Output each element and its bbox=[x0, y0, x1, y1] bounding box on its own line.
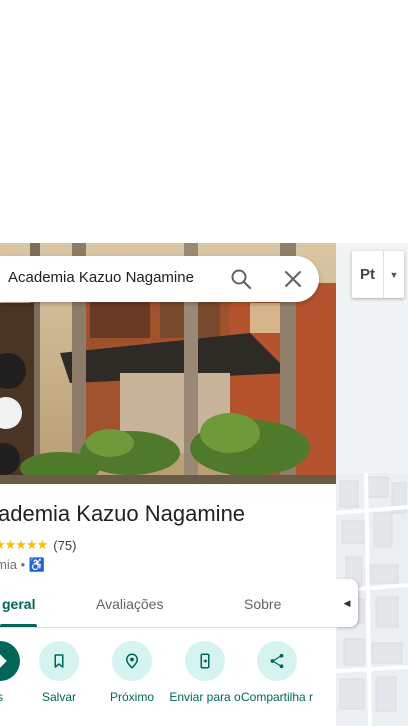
send-to-phone-label: Enviar para o bbox=[169, 690, 241, 704]
chevron-down-icon[interactable]: ▼ bbox=[384, 270, 404, 280]
send-to-phone-icon bbox=[185, 641, 225, 681]
search-icon[interactable] bbox=[229, 267, 253, 291]
search-input[interactable]: Academia Kazuo Nagamine bbox=[8, 269, 194, 286]
collapse-panel-button[interactable]: ◀ bbox=[336, 579, 358, 627]
separator-dot: • bbox=[20, 557, 26, 572]
tab-reviews[interactable]: Avaliações bbox=[96, 596, 163, 612]
tab-overview[interactable]: geral bbox=[2, 596, 35, 612]
send-to-phone-button[interactable]: Enviar para o bbox=[165, 641, 245, 705]
rating-stars: ★★★★★ bbox=[0, 537, 48, 552]
share-button[interactable]: Compartilha r bbox=[237, 641, 317, 705]
close-icon[interactable] bbox=[281, 267, 305, 291]
share-icon bbox=[257, 641, 297, 681]
wheelchair-icon[interactable]: ♿ bbox=[29, 557, 45, 572]
nearby-label: Próximo bbox=[109, 690, 154, 704]
blank-area bbox=[0, 0, 408, 243]
layer-label: Pt bbox=[360, 266, 375, 283]
nearby-icon bbox=[112, 641, 152, 681]
share-label: Compartilha r bbox=[240, 690, 314, 704]
place-title: ademia Kazuo Nagamine bbox=[0, 501, 246, 526]
nearby-button[interactable]: Próximo bbox=[92, 641, 172, 705]
bookmark-icon bbox=[39, 641, 79, 681]
layer-selector[interactable]: Pt ▼ bbox=[352, 251, 404, 298]
map-canvas[interactable] bbox=[336, 243, 408, 726]
review-count[interactable]: (75) bbox=[53, 538, 76, 553]
category-label[interactable]: mia bbox=[0, 557, 17, 572]
rating-row[interactable]: ★★★★★ (75) bbox=[0, 536, 76, 554]
save-label: Salvar bbox=[41, 690, 76, 704]
active-tab-indicator bbox=[0, 624, 37, 627]
place-tabs: geral Avaliações Sobre bbox=[0, 584, 336, 628]
category-row: mia • ♿ bbox=[0, 557, 45, 573]
tab-about[interactable]: Sobre bbox=[244, 596, 281, 612]
search-box[interactable]: Academia Kazuo Nagamine bbox=[0, 256, 319, 302]
save-button[interactable]: Salvar bbox=[19, 641, 99, 705]
directions-icon bbox=[0, 641, 20, 681]
chevron-left-icon: ◀ bbox=[343, 597, 351, 608]
